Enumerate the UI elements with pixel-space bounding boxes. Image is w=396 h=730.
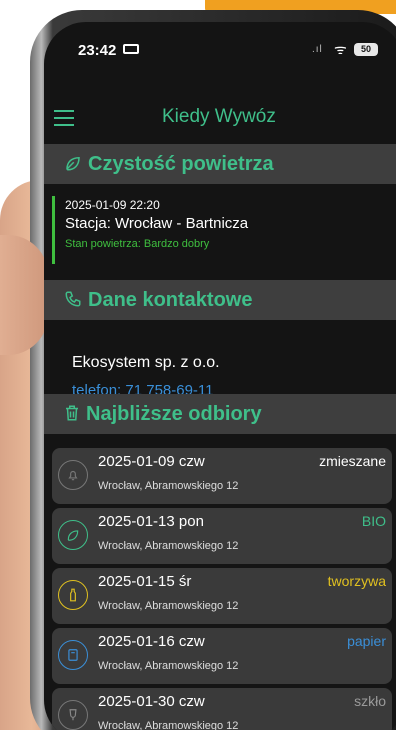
glass-icon bbox=[58, 700, 88, 730]
status-time: 23:42 bbox=[78, 42, 117, 59]
contact-header: Dane kontaktowe bbox=[88, 289, 253, 311]
bottle-icon bbox=[58, 580, 88, 610]
leaf-icon bbox=[58, 520, 88, 550]
phone-icon bbox=[65, 291, 81, 307]
pickup-type: BIO bbox=[361, 513, 386, 529]
leaf-icon bbox=[66, 156, 80, 171]
status-bar: 23:42 .ıl ᯤ 50 bbox=[44, 22, 396, 82]
section-pickups: Najbliższe odbiory bbox=[44, 394, 396, 434]
pickup-address: Wrocław, Abramowskiego 12 bbox=[98, 600, 239, 612]
hamburger-icon[interactable] bbox=[54, 110, 74, 126]
trash-icon bbox=[66, 405, 78, 421]
pickup-address: Wrocław, Abramowskiego 12 bbox=[98, 660, 239, 672]
battery-icon: 50 bbox=[354, 43, 378, 56]
air-status: Stan powietrza: Bardzo dobry bbox=[65, 238, 210, 250]
pickup-address: Wrocław, Abramowskiego 12 bbox=[98, 480, 239, 492]
card-icon bbox=[123, 44, 139, 54]
bell-icon bbox=[58, 460, 88, 490]
pickup-item[interactable]: 2025-01-16 czw Wrocław, Abramowskiego 12… bbox=[52, 628, 392, 684]
pickup-date: 2025-01-16 czw bbox=[98, 633, 205, 650]
air-quality-card: 2025-01-09 22:20 Stacja: Wrocław - Bartn… bbox=[52, 196, 396, 264]
pickup-item[interactable]: 2025-01-30 czw Wrocław, Abramowskiego 12… bbox=[52, 688, 392, 730]
pickup-item[interactable]: 2025-01-09 czw Wrocław, Abramowskiego 12… bbox=[52, 448, 392, 504]
app-title: Kiedy Wywóz bbox=[162, 106, 276, 127]
phone-screen: 23:42 .ıl ᯤ 50 Kiedy Wywóz Czystość powi… bbox=[44, 22, 396, 730]
pickup-type: tworzywa bbox=[327, 573, 386, 589]
air-station: Stacja: Wrocław - Bartnicza bbox=[65, 215, 249, 232]
pickup-type: szkło bbox=[354, 693, 386, 709]
finger-image bbox=[0, 235, 48, 355]
pickup-date: 2025-01-13 pon bbox=[98, 513, 204, 530]
contact-card: Ekosystem sp. z o.o. telefon: 71 758-69-… bbox=[72, 354, 220, 399]
wifi-icon: ᯤ bbox=[334, 41, 347, 57]
pickup-address: Wrocław, Abramowskiego 12 bbox=[98, 720, 239, 730]
contact-org: Ekosystem sp. z o.o. bbox=[72, 354, 220, 371]
air-quality-header: Czystość powietrza bbox=[88, 153, 274, 175]
pickup-item[interactable]: 2025-01-13 pon Wrocław, Abramowskiego 12… bbox=[52, 508, 392, 564]
pickup-date: 2025-01-09 czw bbox=[98, 453, 205, 470]
section-contact: Dane kontaktowe bbox=[44, 280, 396, 320]
pickup-type: papier bbox=[347, 633, 386, 649]
pickup-item[interactable]: 2025-01-15 śr Wrocław, Abramowskiego 12 … bbox=[52, 568, 392, 624]
pickup-date: 2025-01-15 śr bbox=[98, 573, 192, 590]
pickup-address: Wrocław, Abramowskiego 12 bbox=[98, 540, 239, 552]
paper-icon bbox=[58, 640, 88, 670]
pickup-date: 2025-01-30 czw bbox=[98, 693, 205, 710]
pickups-header: Najbliższe odbiory bbox=[86, 403, 262, 425]
pickup-type: zmieszane bbox=[319, 453, 386, 469]
signal-icon: .ıl bbox=[312, 44, 323, 55]
air-date: 2025-01-09 22:20 bbox=[65, 198, 160, 212]
app-bar: Kiedy Wywóz bbox=[44, 100, 396, 140]
section-air-quality: Czystość powietrza bbox=[44, 144, 396, 184]
